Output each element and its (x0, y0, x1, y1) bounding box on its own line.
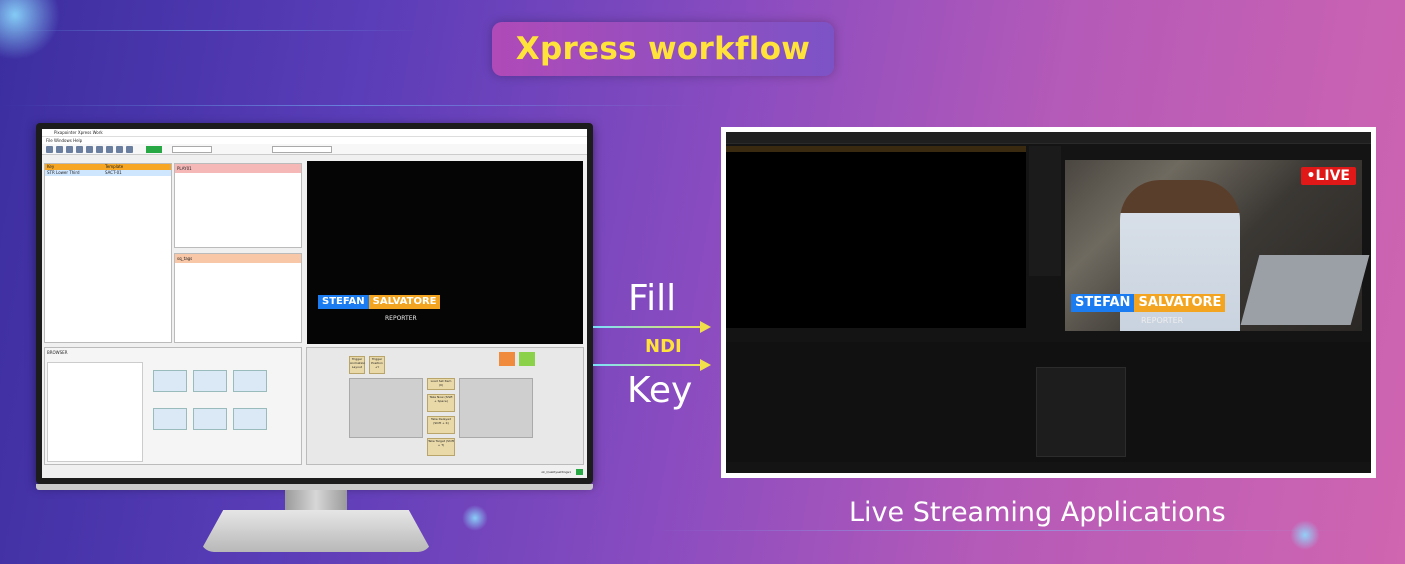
toolbar-icon[interactable] (46, 146, 53, 153)
playlist-header: sq_tags (175, 254, 301, 263)
toolbar-icon[interactable] (116, 146, 123, 153)
xpress-software-screen: Pixapointer Xpress Work File Windows Hel… (42, 129, 587, 478)
window-title: Pixapointer Xpress Work (42, 129, 587, 137)
audio-mixer (1036, 367, 1126, 457)
row-key: STR Lower Third (47, 170, 80, 175)
control-area (349, 378, 423, 438)
key-template-list: Key Template STR Lower Third SACT-01 (44, 163, 172, 343)
browser-pane: BROWSER (44, 347, 302, 465)
load-button[interactable]: Load Set Item (0) (427, 378, 455, 390)
fill-label: Fill (628, 278, 677, 319)
decor-line (0, 30, 420, 31)
take-target-button[interactable]: Take Target (Shift + T) (427, 438, 455, 456)
key-arrowhead (700, 359, 711, 371)
program-lower-third-last: SALVATORE (1134, 294, 1226, 312)
monitor-base (200, 510, 432, 552)
key-label: Key (627, 370, 693, 411)
take-now-button[interactable]: Take Now (Shift + Space) (427, 394, 455, 412)
laptop (1240, 255, 1370, 325)
go-button[interactable] (146, 146, 162, 153)
program-lower-third-first: STEFAN (1071, 294, 1135, 312)
preview-reporter: REPORTER (385, 315, 417, 322)
row-template: SACT-01 (105, 170, 122, 175)
toolbar-icon[interactable] (106, 146, 113, 153)
trigger-button[interactable]: Trigger Position +Y (369, 356, 385, 374)
playlist-pane: sq_tags (174, 253, 302, 343)
ndi-label: NDI (645, 336, 682, 357)
decor-line (650, 530, 1350, 531)
status-text: ok_Qualitysettings1 (541, 470, 571, 474)
app-side-buttons (1029, 146, 1061, 276)
fill-arrowhead (700, 321, 711, 333)
toolbar-icon[interactable] (126, 146, 133, 153)
toolbar-icon[interactable] (76, 146, 83, 153)
lower-third-first: STEFAN (318, 295, 369, 309)
toolbar-dropdown[interactable] (272, 146, 332, 153)
status-button[interactable] (519, 352, 535, 366)
status-button[interactable] (499, 352, 515, 366)
program-reporter: REPORTER (1141, 316, 1184, 325)
thumbnail[interactable] (193, 370, 227, 392)
status-check-icon (576, 469, 583, 475)
decor-glow (1290, 520, 1320, 550)
browser-label: BROWSER (47, 350, 68, 355)
caption: Live Streaming Applications (849, 497, 1226, 528)
preview-lower-third: STEFAN SALVATORE (318, 295, 441, 309)
program-lower-third: STEFAN SALVATORE (1071, 294, 1226, 312)
thumbnail[interactable] (193, 408, 227, 430)
decor-line (0, 105, 700, 106)
toolbar-dropdown[interactable] (172, 146, 212, 153)
toolbar-icon[interactable] (56, 146, 63, 153)
control-panel: Trigger Animation Layout Trigger Positio… (306, 347, 584, 465)
streaming-app-frame: •LIVE STEFAN SALVATORE REPORTER (721, 127, 1376, 478)
playlist-header: PLAY01 (175, 164, 301, 173)
playlist-pane: PLAY01 (174, 163, 302, 248)
fill-arrow (593, 326, 705, 328)
thumbnail[interactable] (153, 370, 187, 392)
thumbnail[interactable] (233, 370, 267, 392)
toolbar (42, 144, 587, 155)
thumbnail[interactable] (153, 408, 187, 430)
folder-tree (47, 362, 143, 462)
monitor: Pixapointer Xpress Work File Windows Hel… (36, 123, 593, 484)
toolbar-icon[interactable] (66, 146, 73, 153)
app-toolbar (726, 132, 1371, 144)
trigger-button[interactable]: Trigger Animation Layout (349, 356, 365, 374)
decor-glow (462, 505, 488, 531)
toolbar-icon[interactable] (96, 146, 103, 153)
page-title: Xpress workflow (515, 31, 811, 67)
streaming-app: •LIVE STEFAN SALVATORE REPORTER (726, 132, 1371, 473)
list-item[interactable]: STR Lower Third SACT-01 (45, 170, 171, 176)
toolbar-icon[interactable] (86, 146, 93, 153)
app-preview-pane (726, 146, 1026, 328)
title-banner: Xpress workflow (492, 22, 834, 76)
lower-third-last: SALVATORE (368, 295, 441, 309)
control-area (459, 378, 533, 438)
program-output: •LIVE STEFAN SALVATORE REPORTER (1065, 160, 1370, 331)
take-delayed-button[interactable]: Take Delayed (Shift + K) (427, 416, 455, 434)
key-arrow (593, 364, 705, 366)
menu-bar[interactable]: File Windows Help (42, 137, 587, 144)
thumbnail[interactable] (233, 408, 267, 430)
live-badge: •LIVE (1300, 167, 1356, 185)
preview-window: STEFAN SALVATORE REPORTER (307, 161, 583, 344)
